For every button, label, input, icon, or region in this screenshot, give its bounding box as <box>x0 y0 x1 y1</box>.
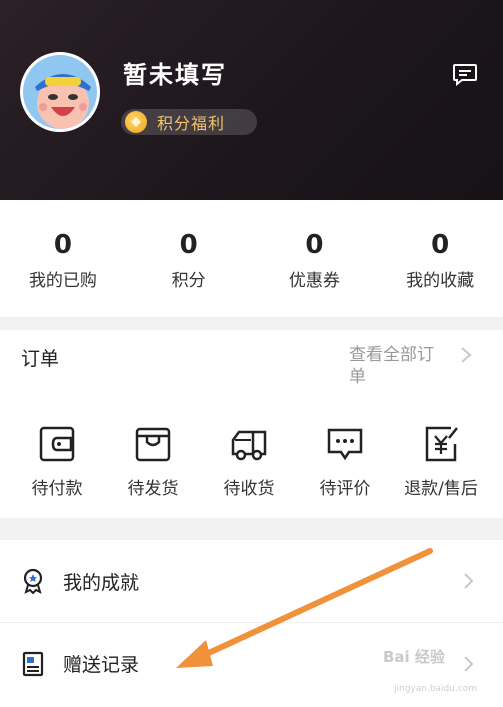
stat-purchased[interactable]: 0 我的已购 <box>0 200 126 317</box>
order-label: 待评价 <box>319 479 371 499</box>
order-pending-review[interactable]: 待评价 <box>297 424 393 499</box>
order-pending-payment[interactable]: 待付款 <box>9 424 105 499</box>
message-icon[interactable] <box>452 63 478 87</box>
username[interactable]: 暂未填写 <box>123 55 227 90</box>
order-pending-receipt[interactable]: 待收货 <box>201 424 297 499</box>
order-status-row: 待付款 待发货 待收货 待评价 退款/售后 <box>0 424 503 499</box>
wallet-icon <box>39 426 75 462</box>
order-label: 待发货 <box>127 479 179 499</box>
points-badge-label: 积分福利 <box>157 114 226 133</box>
profile-header: 暂未填写 积分福利 <box>0 0 503 200</box>
chevron-right-icon[interactable] <box>460 346 472 364</box>
orders-section: 订单 查看全部订单 待付款 待发货 待收货 待评价 退款/售后 <box>0 330 503 518</box>
menu-item-label: 赠送记录 <box>63 654 140 676</box>
medal-icon <box>23 568 43 594</box>
coin-icon <box>125 111 147 133</box>
refund-icon <box>425 426 458 462</box>
menu-item-label: 我的成就 <box>63 571 140 594</box>
stat-points[interactable]: 0 积分 <box>126 200 252 317</box>
orders-title: 订单 <box>21 348 60 370</box>
order-refund-aftersales[interactable]: 退款/售后 <box>393 424 489 499</box>
chevron-right-icon <box>464 655 474 672</box>
menu-item-achievements[interactable]: 我的成就 <box>0 540 503 622</box>
points-welfare-badge[interactable]: 积分福利 <box>121 109 257 135</box>
stat-value: 0 <box>305 230 324 260</box>
order-label: 退款/售后 <box>404 479 478 499</box>
truck-icon <box>231 430 267 461</box>
avatar-image <box>23 55 97 129</box>
stat-value: 0 <box>179 230 198 260</box>
comment-icon <box>327 428 363 461</box>
stat-value: 0 <box>431 230 450 260</box>
chevron-right-icon <box>464 573 474 589</box>
menu-list: 我的成就 赠送记录 <box>0 540 503 707</box>
stat-favorites[interactable]: 0 我的收藏 <box>377 200 503 317</box>
stat-label: 优惠券 <box>288 271 340 291</box>
order-pending-shipment[interactable]: 待发货 <box>105 424 201 499</box>
watermark: Bai 经验 <box>383 648 445 666</box>
stat-label: 我的已购 <box>28 271 97 291</box>
view-all-orders-link[interactable]: 查看全部订单 <box>349 344 449 388</box>
stat-label: 积分 <box>171 271 206 291</box>
watermark-url: jingyan.baidu.com <box>394 684 478 694</box>
order-label: 待收货 <box>223 479 275 499</box>
stat-label: 我的收藏 <box>406 271 475 291</box>
gift-record-icon <box>22 651 44 676</box>
stat-value: 0 <box>53 230 72 260</box>
stat-coupons[interactable]: 0 优惠券 <box>252 200 378 317</box>
box-icon <box>135 427 171 462</box>
avatar[interactable] <box>20 52 100 132</box>
stats-bar: 0 我的已购 0 积分 0 优惠券 0 我的收藏 <box>0 200 503 317</box>
order-label: 待付款 <box>31 479 83 499</box>
